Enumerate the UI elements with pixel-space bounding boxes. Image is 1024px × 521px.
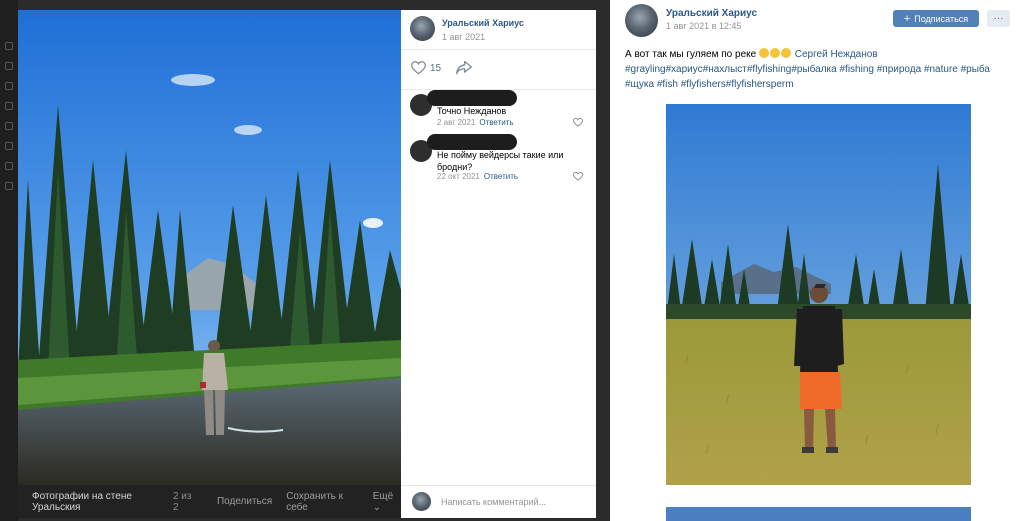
- panel-author[interactable]: Уральский Хариус: [442, 18, 524, 28]
- emoji-icon: [769, 48, 780, 58]
- save-link[interactable]: Сохранить к себе: [286, 491, 359, 513]
- post-author[interactable]: Уральский Хариус: [666, 8, 757, 19]
- subscribe-label: Подписаться: [914, 13, 969, 24]
- post-photo-next[interactable]: [666, 507, 971, 521]
- viewer-photo[interactable]: [18, 10, 401, 485]
- avatar[interactable]: [410, 16, 435, 41]
- photo-viewer: Фотографии на стене Уральския 2 из 2 Под…: [0, 0, 610, 521]
- panel-header: Уральский Хариус 1 авг 2021: [401, 10, 596, 50]
- comment-input[interactable]: [441, 494, 591, 510]
- more-button[interactable]: ···: [987, 10, 1010, 27]
- post-body: А вот так мы гуляем по реке: [625, 49, 757, 60]
- comment-text: Не пойму вейдерсы такие или бродни?: [437, 150, 564, 172]
- comment-date: 2 авг 2021: [437, 118, 476, 127]
- share-icon[interactable]: [456, 60, 472, 75]
- photo-counter: 2 из 2: [172, 490, 192, 513]
- redacted-name: [427, 90, 517, 106]
- wall-post: Уральский Хариус 1 авг 2021 в 12:45 + Под…: [610, 0, 1024, 521]
- sidebar-icon: [5, 122, 13, 130]
- hashtags[interactable]: #grayling#хариус#нахлыст#flyfishing#рыба…: [625, 64, 990, 90]
- heart-icon[interactable]: [411, 61, 426, 75]
- reply-link[interactable]: Ответить: [479, 118, 513, 127]
- share-link[interactable]: Поделиться: [217, 496, 272, 507]
- emoji-icon: [780, 48, 791, 58]
- sidebar-icon: [5, 162, 13, 170]
- sidebar-icon: [5, 182, 13, 190]
- subscribe-button[interactable]: + Подписаться: [893, 10, 979, 27]
- heart-icon[interactable]: [573, 118, 583, 127]
- background-sidebar: [0, 0, 18, 521]
- like-count: 15: [430, 63, 442, 74]
- sidebar-icon: [5, 142, 13, 150]
- post-date[interactable]: 1 авг 2021 в 12:45: [666, 21, 741, 31]
- avatar: [412, 492, 431, 511]
- comment-meta: 22 окт 2021 Ответить: [437, 172, 518, 181]
- heart-icon[interactable]: [573, 172, 583, 181]
- sidebar-icon: [5, 102, 13, 110]
- comment-date: 22 окт 2021: [437, 172, 480, 181]
- viewer-side-panel: Уральский Хариус 1 авг 2021 15 Точно Неж…: [401, 10, 596, 518]
- emoji-icon: [758, 48, 769, 58]
- album-title[interactable]: Фотографии на стене Уральския: [32, 491, 167, 513]
- reply-link[interactable]: Ответить: [484, 172, 518, 181]
- sidebar-icon: [5, 62, 13, 70]
- post-photo[interactable]: [666, 104, 971, 485]
- post-text: А вот так мы гуляем по реке Сергей Нежда…: [625, 47, 1010, 92]
- plus-icon: +: [903, 12, 911, 25]
- mention-link[interactable]: Сергей Нежданов: [795, 49, 878, 60]
- comment-meta: 2 авг 2021 Ответить: [437, 118, 514, 127]
- sidebar-icon: [5, 42, 13, 50]
- panel-actions: 15: [401, 50, 596, 90]
- more-menu[interactable]: Ещё ⌄: [373, 491, 401, 513]
- avatar[interactable]: [625, 4, 658, 37]
- comment-composer: [401, 485, 596, 518]
- sidebar-icon: [5, 82, 13, 90]
- redacted-name: [427, 134, 517, 150]
- panel-date: 1 авг 2021: [442, 32, 486, 42]
- viewer-bottom-bar: Фотографии на стене Уральския 2 из 2 Под…: [18, 485, 401, 518]
- comment-text: Точно Нежданов: [437, 106, 507, 116]
